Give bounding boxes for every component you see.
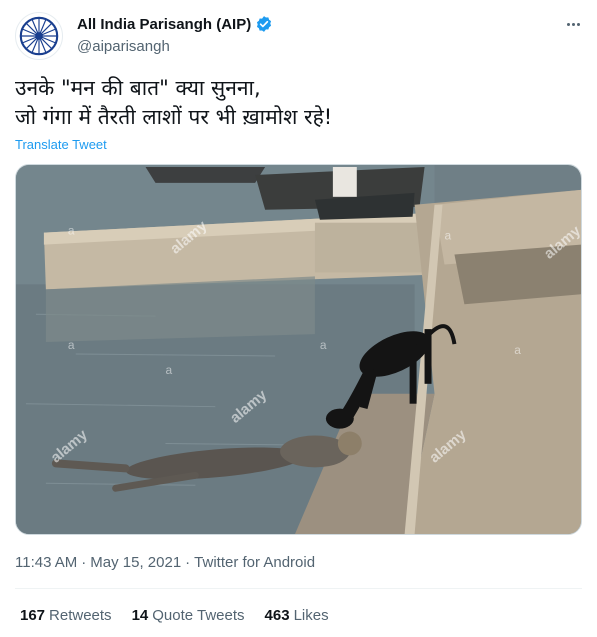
- quote-tweets-stat[interactable]: 14 Quote Tweets: [132, 607, 245, 624]
- retweets-label: Retweets: [49, 607, 112, 624]
- meta-separator-2: ·: [185, 554, 191, 571]
- more-options-icon[interactable]: [561, 14, 585, 34]
- tweet-source[interactable]: Twitter for Android: [194, 554, 315, 571]
- author-display-name[interactable]: All India Parisangh (AIP): [77, 16, 251, 33]
- ashoka-chakra-logo-icon: [19, 16, 59, 56]
- verified-badge-icon: [257, 16, 272, 32]
- meta-separator-1: ·: [81, 554, 87, 571]
- watermark-a-2: a: [68, 338, 75, 352]
- retweets-stat[interactable]: 167 Retweets: [20, 607, 112, 624]
- tweet-time[interactable]: 11:43 AM: [15, 554, 77, 571]
- watermark-a-4: a: [320, 338, 327, 352]
- translate-tweet-link[interactable]: Translate Tweet: [15, 137, 107, 152]
- tweet-date[interactable]: May 15, 2021: [90, 554, 181, 571]
- author-handle[interactable]: @aiparisangh: [77, 38, 170, 55]
- likes-stat[interactable]: 463 Likes: [265, 607, 329, 624]
- tweet-media-photo[interactable]: alamy alamy alamy alamy alamy a a a a a …: [15, 164, 582, 535]
- tweet-card: All India Parisangh (AIP) @aiparisangh उ…: [0, 0, 597, 637]
- tweet-text-line-1: उनके "मन की बात" क्या सुनना,: [15, 76, 261, 100]
- likes-count: 463: [264, 607, 290, 624]
- tweet-metadata: 11:43 AM · May 15, 2021 · Twitter for An…: [15, 554, 315, 571]
- watermark-a-5: a: [444, 229, 451, 243]
- likes-label: Likes: [293, 607, 329, 624]
- quote-tweets-count: 14: [131, 607, 149, 624]
- author-name-row: All India Parisangh (AIP): [77, 15, 273, 33]
- engagement-stats: 167 Retweets 14 Quote Tweets 463 Likes: [20, 607, 329, 624]
- watermark-a-3: a: [165, 363, 172, 377]
- watermark-a-1: a: [68, 224, 75, 238]
- quote-tweets-label: Quote Tweets: [152, 607, 245, 624]
- tweet-text: उनके "मन की बात" क्या सुनना, जो गंगा में…: [15, 74, 575, 132]
- tweet-text-line-2: जो गंगा में तैरती लाशों पर भी ख़ामोश रहे…: [15, 105, 333, 129]
- avatar[interactable]: [15, 12, 63, 60]
- watermark-a-6: a: [514, 343, 521, 357]
- retweets-count: 167: [20, 607, 46, 624]
- ganga-photo: alamy alamy alamy alamy alamy a a a a a …: [16, 165, 581, 534]
- divider: [15, 588, 582, 589]
